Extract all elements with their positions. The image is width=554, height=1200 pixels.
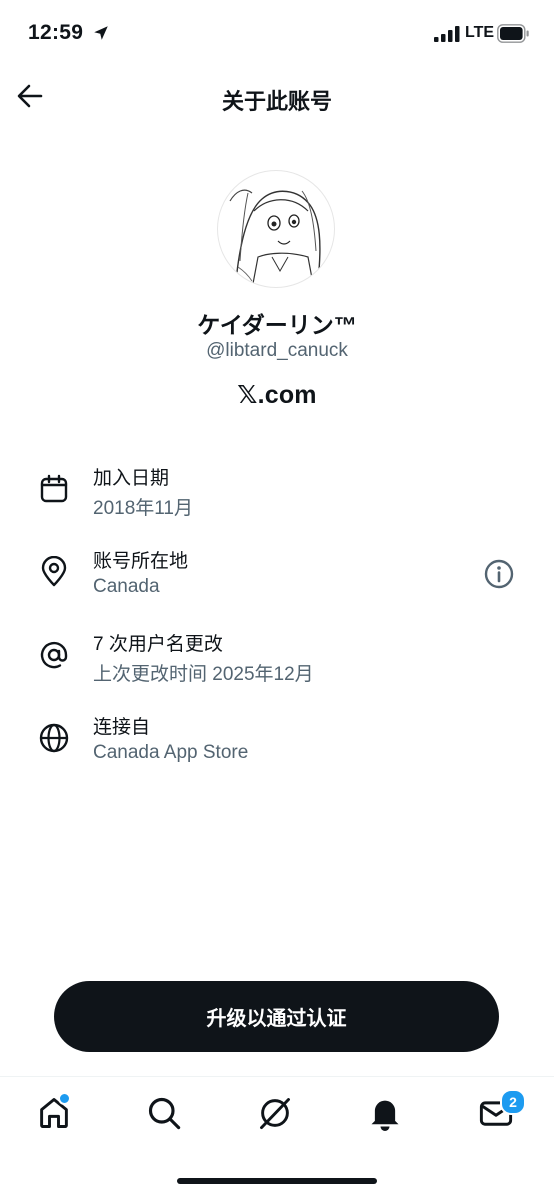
tab-home[interactable] bbox=[36, 1092, 76, 1135]
location-pin-icon bbox=[41, 556, 67, 587]
info-row-account-location: 账号所在地 Canada bbox=[0, 546, 554, 616]
tab-grok[interactable] bbox=[257, 1095, 297, 1135]
status-bar: 12:59 LTE bbox=[0, 0, 554, 70]
network-type: LTE bbox=[465, 24, 495, 41]
home-indicator bbox=[177, 1178, 377, 1184]
info-row-title: 连接自 bbox=[93, 717, 151, 738]
info-row-value: 2018年11月 bbox=[93, 498, 193, 519]
calendar-icon bbox=[40, 474, 68, 503]
info-icon[interactable] bbox=[483, 558, 515, 590]
location-arrow-icon bbox=[94, 26, 108, 40]
page-title: 关于此账号 bbox=[221, 89, 332, 114]
tab-messages[interactable]: 2 bbox=[478, 1089, 526, 1135]
info-row-connected-via: 连接自 Canada App Store bbox=[0, 712, 554, 782]
user-handle: @libtard_canuck bbox=[206, 340, 348, 361]
globe-icon bbox=[39, 723, 69, 753]
info-row-value: 上次更改时间 2025年12月 bbox=[93, 664, 314, 685]
status-time: 12:59 bbox=[28, 21, 84, 44]
battery-icon bbox=[497, 24, 529, 43]
avatar-sketch-image bbox=[229, 189, 321, 287]
info-row-title: 账号所在地 bbox=[93, 551, 189, 572]
bell-icon bbox=[371, 1100, 399, 1131]
tab-search[interactable] bbox=[146, 1095, 186, 1135]
display-name: ケイダーリン™ bbox=[197, 312, 357, 338]
messages-badge: 2 bbox=[500, 1089, 526, 1115]
home-notification-dot bbox=[58, 1092, 71, 1105]
info-row-value: Canada bbox=[93, 576, 160, 597]
avatar[interactable] bbox=[217, 170, 335, 288]
info-row-title: 7 次用户名更改 bbox=[93, 634, 223, 655]
tab-notifications[interactable] bbox=[367, 1095, 407, 1135]
info-row-value: Canada App Store bbox=[93, 742, 249, 763]
cell-signal-icon bbox=[434, 26, 460, 42]
at-sign-icon bbox=[40, 641, 68, 669]
info-row-join-date: 加入日期 2018年11月 bbox=[0, 463, 554, 533]
search-icon bbox=[148, 1097, 181, 1130]
upgrade-verification-button[interactable]: 升级以通过认证 bbox=[54, 981, 499, 1052]
info-row-username-changes: 7 次用户名更改 上次更改时间 2025年12月 bbox=[0, 629, 554, 699]
info-row-title: 加入日期 bbox=[93, 468, 170, 489]
brand-domain: 𝕏.com bbox=[237, 381, 317, 409]
grok-icon bbox=[260, 1098, 290, 1130]
